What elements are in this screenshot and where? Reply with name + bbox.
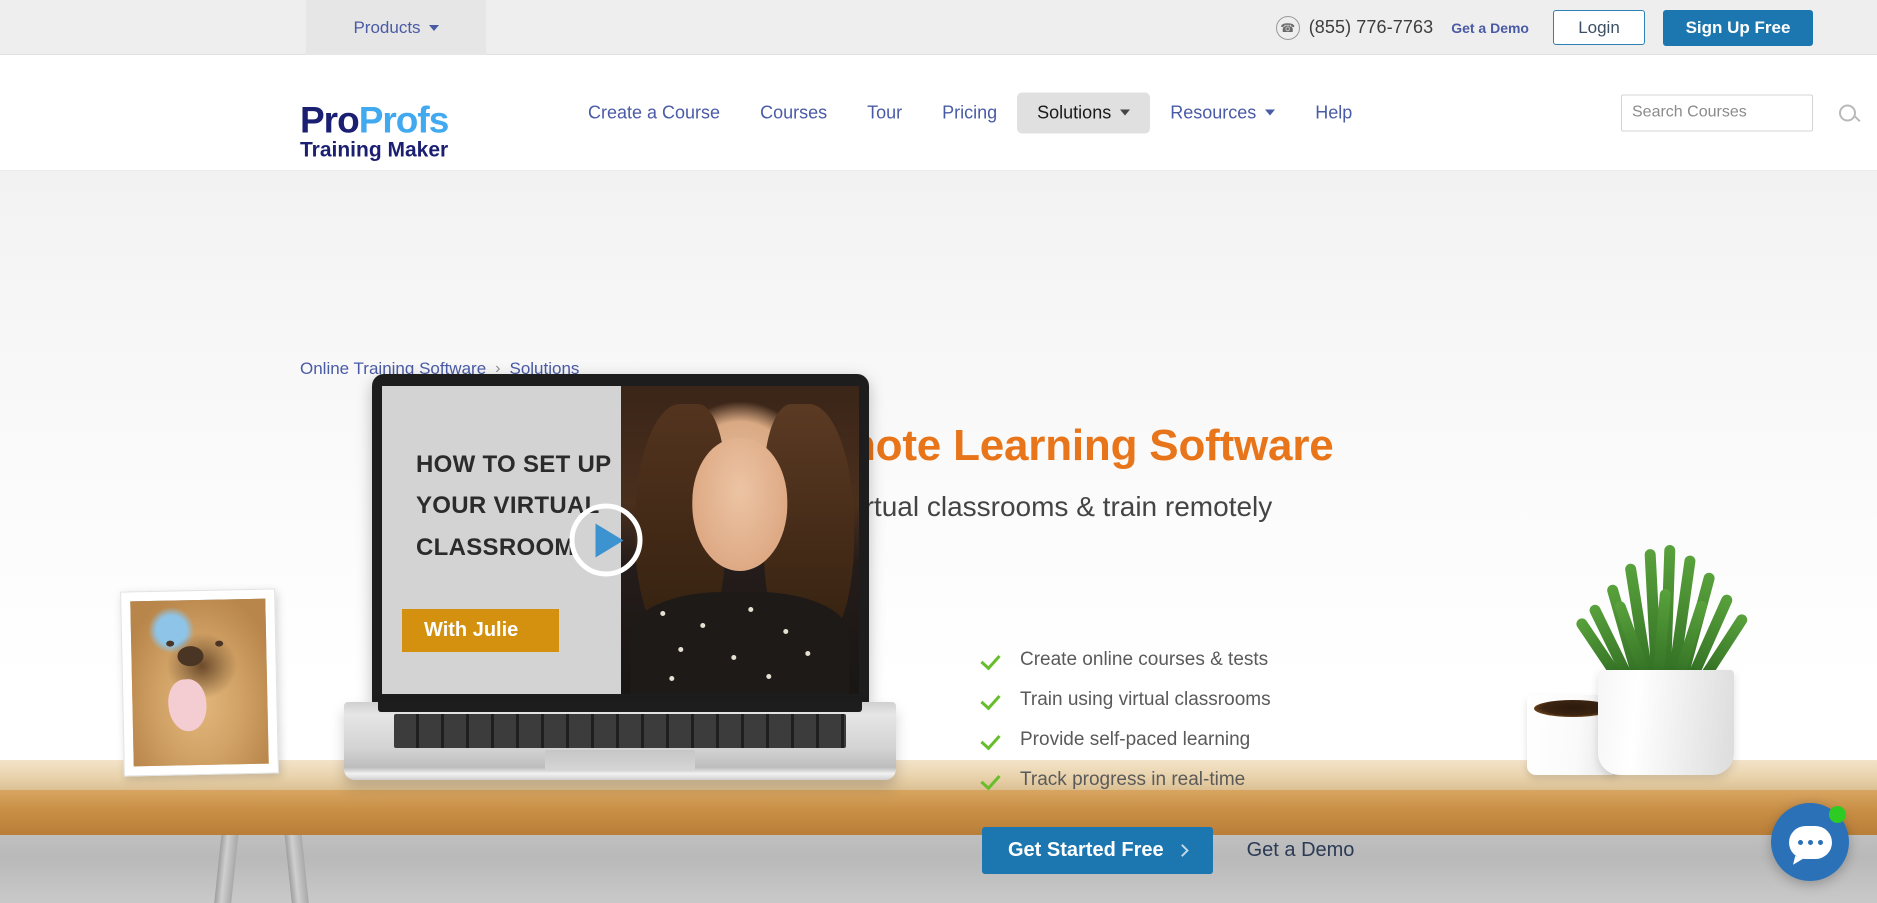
- main-navigation: ProProfs Training Maker Create a Course …: [0, 55, 1877, 171]
- feature-label: Provide self-paced learning: [1020, 729, 1251, 750]
- dog-eye: [214, 640, 223, 647]
- nav-links: Create a Course Courses Tour Pricing Sol…: [568, 92, 1372, 133]
- nav-label: Tour: [867, 102, 903, 122]
- feature-label: Train using virtual classrooms: [1020, 689, 1271, 710]
- feature-item: Train using virtual classrooms: [982, 689, 1271, 711]
- play-triangle: [595, 523, 624, 557]
- page-root: Products ☎ (855) 776-7763 Get a Demo Log…: [0, 0, 1877, 903]
- feature-label: Track progress in real-time: [1020, 769, 1246, 790]
- get-started-label: Get Started Free: [1008, 839, 1164, 861]
- phone-block[interactable]: ☎ (855) 776-7763: [1275, 15, 1434, 40]
- chevron-down-icon: [1265, 109, 1276, 116]
- play-icon[interactable]: [569, 503, 643, 577]
- get-a-demo-cta-link[interactable]: Get a Demo: [1247, 839, 1355, 862]
- dog-photo: [130, 598, 269, 767]
- phone-number: (855) 776-7763: [1308, 17, 1434, 37]
- video-thumbnail[interactable]: HOW TO SET UP YOUR VIRTUAL CLASSROOM Wit…: [382, 386, 859, 694]
- presenter-photo: [620, 386, 859, 694]
- presenter-blouse: [630, 592, 850, 694]
- chat-bubble-icon: [1788, 825, 1832, 859]
- chat-widget-button[interactable]: [1771, 803, 1849, 881]
- signup-free-button[interactable]: Sign Up Free: [1663, 9, 1813, 46]
- products-label: Products: [353, 17, 421, 37]
- chevron-down-icon: [1120, 109, 1131, 116]
- laptop-trackpad: [545, 750, 695, 771]
- nav-item-courses[interactable]: Courses: [740, 92, 847, 133]
- search-box[interactable]: [1621, 94, 1856, 131]
- feature-item: Create online courses & tests: [982, 649, 1271, 671]
- laptop-hinge: [378, 702, 862, 712]
- laptop-illustration: HOW TO SET UP YOUR VIRTUAL CLASSROOM Wit…: [344, 374, 924, 780]
- logo-tagline: Training Maker: [300, 138, 449, 162]
- nav-item-help[interactable]: Help: [1295, 92, 1372, 133]
- nav-item-resources[interactable]: Resources: [1150, 92, 1295, 133]
- laptop-base: [344, 702, 896, 780]
- dog-snout: [177, 646, 205, 667]
- nav-item-tour[interactable]: Tour: [847, 92, 922, 133]
- plant-pot: [1598, 670, 1734, 775]
- nav-label: Pricing: [942, 102, 998, 122]
- nav-label: Help: [1315, 102, 1353, 122]
- logo-pro: Pro: [300, 99, 360, 141]
- get-a-demo-link[interactable]: Get a Demo: [1451, 20, 1529, 36]
- utility-bar: Products ☎ (855) 776-7763 Get a Demo Log…: [0, 0, 1877, 55]
- nav-label: Create a Course: [588, 102, 721, 122]
- utility-bar-right: ☎ (855) 776-7763 Get a Demo Login Sign U…: [1275, 0, 1813, 55]
- page-subtitle: Make the switch to virtual classrooms & …: [604, 491, 1273, 522]
- login-button[interactable]: Login: [1553, 10, 1645, 45]
- chevron-down-icon: [428, 24, 439, 31]
- products-dropdown[interactable]: Products: [306, 0, 486, 55]
- cta-group: Get Started Free Get a Demo: [982, 827, 1354, 874]
- search-icon[interactable]: [1839, 104, 1856, 121]
- check-icon: [982, 690, 1002, 710]
- nav-label: Solutions: [1037, 102, 1112, 122]
- nav-label: Resources: [1170, 102, 1257, 122]
- feature-list: Create online courses & tests Train usin…: [982, 649, 1271, 809]
- dog-eye: [166, 640, 175, 647]
- nav-item-create-a-course[interactable]: Create a Course: [568, 92, 740, 133]
- proprofs-logo[interactable]: ProProfs Training Maker: [300, 102, 450, 161]
- presenter-badge: With Julie: [402, 609, 559, 652]
- desk-front-edge: [0, 789, 1877, 835]
- feature-item: Track progress in real-time: [982, 769, 1271, 791]
- photo-frame: [120, 588, 279, 777]
- dog-tongue: [166, 677, 210, 734]
- check-icon: [982, 730, 1002, 750]
- check-icon: [982, 650, 1002, 670]
- laptop-screen-bezel: HOW TO SET UP YOUR VIRTUAL CLASSROOM Wit…: [372, 374, 869, 704]
- laptop-keyboard: [394, 714, 846, 748]
- logo-profs: Profs: [358, 99, 450, 141]
- search-input[interactable]: [1632, 103, 1839, 122]
- page-title: Distance & Remote Learning Software: [543, 421, 1334, 470]
- online-status-dot: [1829, 806, 1846, 823]
- nav-item-pricing[interactable]: Pricing: [922, 92, 1017, 133]
- floor-background: [0, 827, 1877, 903]
- logo-wordmark: ProProfs: [300, 102, 450, 139]
- video-title-line-1: HOW TO SET UP: [416, 451, 612, 478]
- phone-icon: ☎: [1275, 15, 1300, 40]
- plant-foliage: [1574, 537, 1755, 688]
- nav-label: Courses: [760, 102, 828, 122]
- feature-item: Provide self-paced learning: [982, 729, 1271, 751]
- check-icon: [982, 770, 1002, 790]
- get-started-free-button[interactable]: Get Started Free: [982, 827, 1213, 874]
- nav-item-solutions[interactable]: Solutions: [1017, 92, 1151, 133]
- feature-label: Create online courses & tests: [1020, 649, 1269, 670]
- hero-section: Online Training Software › Solutions Dis…: [0, 171, 1877, 903]
- presenter-face: [692, 438, 788, 571]
- chevron-right-icon: [1175, 844, 1189, 857]
